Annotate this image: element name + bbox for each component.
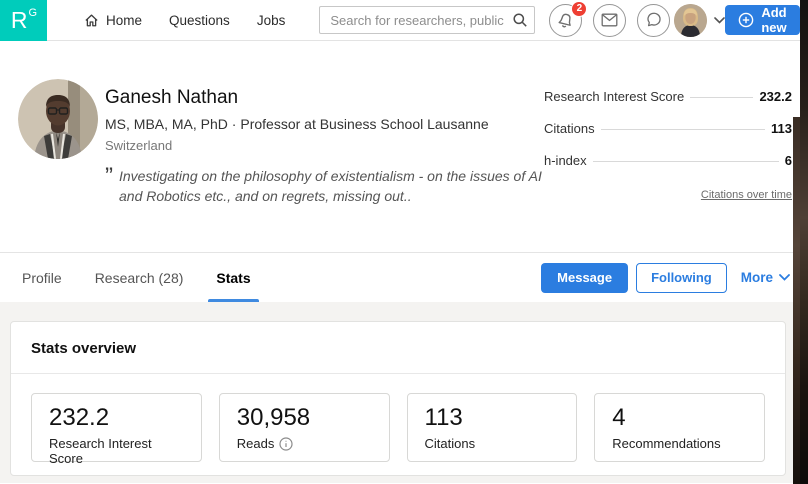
metric-row-research-interest: Research Interest Score 232.2: [544, 89, 792, 104]
tab-profile[interactable]: Profile: [14, 253, 70, 302]
tab-profile-label: Profile: [22, 270, 62, 286]
more-label: More: [741, 270, 773, 285]
stat-box-research-interest[interactable]: 232.2 Research Interest Score: [31, 393, 202, 462]
stat-value: 232.2: [49, 405, 184, 431]
profile-degrees-position: MS, MBA, MA, PhD · Professor at Business…: [105, 116, 565, 132]
metric-leader-line: [593, 161, 779, 162]
search-input[interactable]: [319, 6, 535, 34]
desktop-background-strip: [800, 0, 808, 484]
metric-value: 113: [771, 121, 792, 136]
metric-value: 6: [785, 153, 792, 168]
stats-overview-card: Stats overview 232.2 Research Interest S…: [10, 321, 786, 476]
profile-action-buttons: Message Following More: [541, 263, 790, 293]
stats-overview-header: Stats overview: [11, 322, 785, 374]
profile-tabs-row: Profile Research (28) Stats Message Foll…: [0, 253, 808, 302]
account-menu-chevron[interactable]: [714, 17, 725, 24]
stat-value: 30,958: [237, 405, 372, 431]
nav-label-jobs: Jobs: [257, 13, 286, 28]
header-icon-buttons: 2: [549, 4, 670, 37]
stat-box-reads[interactable]: 30,958 Reads: [219, 393, 390, 462]
speech-bubble-icon: [646, 12, 662, 28]
citations-over-time-wrap: Citations over time: [544, 185, 792, 203]
tab-stats[interactable]: Stats: [208, 253, 258, 302]
nav-item-home[interactable]: Home: [84, 13, 142, 28]
messages-button[interactable]: [593, 4, 626, 37]
stat-value: 4: [612, 405, 747, 431]
profile-location: Switzerland: [105, 138, 565, 153]
quote-mark-icon: ”: [105, 166, 113, 188]
stat-label: Research Interest Score: [49, 436, 184, 466]
stat-value: 113: [425, 405, 560, 431]
logo-letter-g: G: [29, 8, 38, 19]
researchgate-logo[interactable]: RG: [0, 0, 47, 41]
profile-info: Ganesh Nathan MS, MBA, MA, PhD · Profess…: [105, 87, 565, 207]
message-button[interactable]: Message: [541, 263, 628, 293]
qa-button[interactable]: [637, 4, 670, 37]
bell-icon: [557, 12, 574, 29]
profile-name: Ganesh Nathan: [105, 87, 565, 109]
tab-stats-label: Stats: [216, 270, 250, 286]
notification-count-badge: 2: [571, 1, 587, 17]
profile-quote-text: Investigating on the philosophy of exist…: [119, 166, 565, 207]
plus-circle-icon: [738, 12, 754, 28]
nav-label-home: Home: [106, 13, 142, 28]
metric-leader-line: [601, 129, 765, 130]
stat-label: Reads: [237, 436, 372, 451]
metric-leader-line: [690, 97, 753, 98]
envelope-icon: [601, 13, 618, 27]
citations-over-time-link[interactable]: Citations over time: [701, 189, 792, 201]
profile-header-section: Ganesh Nathan MS, MBA, MA, PhD · Profess…: [0, 41, 808, 253]
tab-research-label: Research (28): [95, 270, 184, 286]
add-new-label: Add new: [761, 5, 786, 35]
stats-overview-boxes: 232.2 Research Interest Score 30,958 Rea…: [11, 374, 785, 462]
following-button[interactable]: Following: [636, 263, 727, 293]
notifications-button[interactable]: 2: [549, 4, 582, 37]
stats-section-background: Stats overview 232.2 Research Interest S…: [0, 302, 808, 483]
desktop-background-strip: [793, 117, 800, 484]
stat-box-citations[interactable]: 113 Citations: [407, 393, 578, 462]
profile-quote: ” Investigating on the philosophy of exi…: [105, 166, 565, 207]
metric-label: h-index: [544, 153, 587, 168]
stats-overview-title: Stats overview: [31, 340, 136, 357]
metric-value: 232.2: [759, 89, 792, 104]
tab-research[interactable]: Research (28): [87, 253, 192, 302]
info-icon[interactable]: [279, 437, 293, 451]
metric-row-citations: Citations 113: [544, 121, 792, 136]
chevron-down-icon: [779, 274, 790, 281]
stat-box-recommendations[interactable]: 4 Recommendations: [594, 393, 765, 462]
top-navigation-bar: RG Home Questions Jobs: [0, 0, 808, 41]
metric-row-h-index: h-index 6: [544, 153, 792, 168]
user-avatar[interactable]: [674, 4, 707, 37]
main-nav: Home Questions Jobs: [84, 13, 285, 28]
more-menu-button[interactable]: More: [741, 270, 790, 285]
stat-label: Citations: [425, 436, 560, 451]
nav-item-jobs[interactable]: Jobs: [257, 13, 286, 28]
profile-photo[interactable]: [18, 79, 98, 159]
researchgate-profile-page: RG Home Questions Jobs: [0, 0, 808, 484]
stat-label: Recommendations: [612, 436, 747, 451]
search-icon[interactable]: [512, 12, 528, 28]
metric-label: Citations: [544, 121, 595, 136]
nav-label-questions: Questions: [169, 13, 230, 28]
profile-metrics: Research Interest Score 232.2 Citations …: [544, 89, 792, 203]
home-icon: [84, 13, 99, 28]
nav-item-questions[interactable]: Questions: [169, 13, 230, 28]
search-box: [319, 6, 535, 34]
metric-label: Research Interest Score: [544, 89, 684, 104]
profile-tabs: Profile Research (28) Stats: [14, 253, 276, 302]
logo-letter-r: R: [11, 9, 28, 32]
add-new-button[interactable]: Add new: [725, 5, 799, 35]
